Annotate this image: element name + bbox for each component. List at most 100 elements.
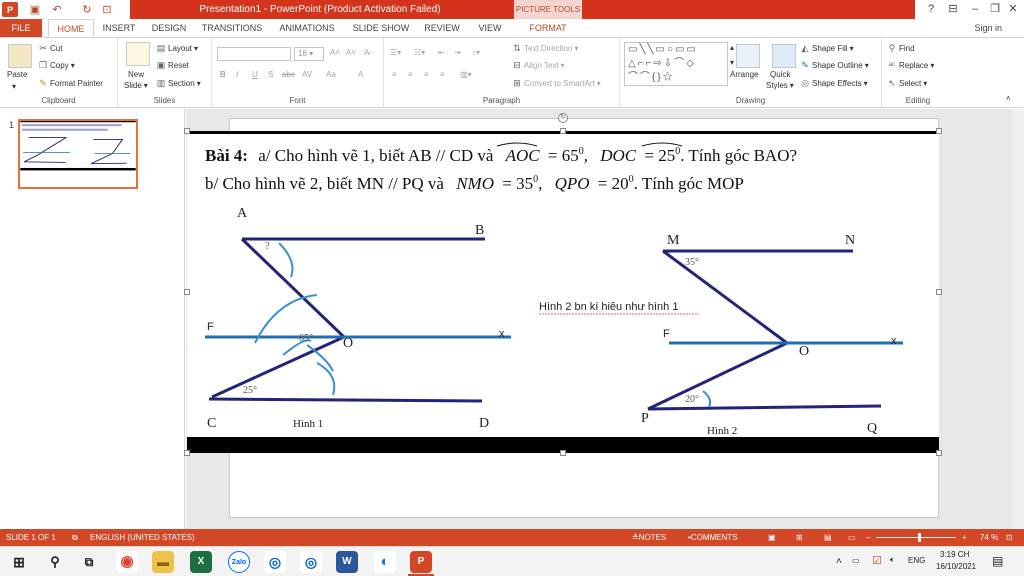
tab-transitions[interactable]: TRANSITIONS [198,19,266,38]
resize-handle-bottom[interactable] [560,450,566,456]
arrange-icon[interactable] [736,44,760,68]
file-explorer-icon[interactable]: ▬ [152,551,174,573]
notes-button[interactable]: ≜ NOTES [632,529,666,546]
word-icon[interactable]: W [336,551,358,573]
tab-file[interactable]: FILE [0,19,42,38]
quick-styles-button-line2[interactable]: Styles ▾ [766,81,794,90]
font-name-input[interactable] [217,47,291,61]
bullets-icon[interactable]: ☰▾ [390,48,401,57]
change-case-button[interactable]: Aa [326,70,336,79]
rotate-handle-icon[interactable]: ↻ [558,113,568,123]
shapes-gallery[interactable]: ▭╲╲▭○▭▭ △⌐⌐⇨⇩⌒◇ ⌒⌒{}☆ [624,42,728,86]
zoom-in-button[interactable]: + [962,529,967,546]
columns-icon[interactable]: ▥▾ [460,70,472,79]
replace-button[interactable]: ᵃᶜ Replace ▾ [887,60,935,70]
clock-date[interactable]: 16/10/2021 [936,562,976,571]
spelling-check-icon[interactable]: ⧉ [72,529,78,546]
resize-handle-left[interactable] [184,289,190,295]
increase-indent-icon[interactable]: ⇥ [454,48,461,57]
battery-icon[interactable]: ▭ [852,556,860,565]
gallery-scroll-down-icon[interactable]: ▾ [730,58,734,67]
section-button[interactable]: ▥ Section ▾ [156,78,201,88]
grow-font-icon[interactable]: A˄ [330,48,340,57]
language-indicator[interactable]: ENGLISH (UNITED STATES) [90,529,195,546]
shadow-button[interactable]: S [268,70,273,79]
slide-sorter-icon[interactable]: ⊞ [796,529,803,546]
save-icon[interactable]: ▣ [28,2,42,17]
align-left-icon[interactable]: ≡ [392,70,397,79]
find-button[interactable]: ⚲ Find [887,43,915,53]
decrease-indent-icon[interactable]: ⇤ [438,48,445,57]
fit-slide-icon[interactable]: ⊡ [1006,529,1013,546]
align-text-button[interactable]: ⊟ Align Text ▾ [512,60,564,70]
font-color-button[interactable]: A [358,70,363,79]
line-spacing-icon[interactable]: ↕▾ [472,48,480,57]
paste-icon[interactable] [8,44,32,68]
reading-view-icon[interactable]: ▤ [824,529,832,546]
tab-format[interactable]: FORMAT [514,19,582,38]
undo-icon[interactable]: ↶ [50,2,64,17]
collapse-ribbon-icon[interactable]: ˄ [1006,94,1011,103]
tab-insert[interactable]: INSERT [98,19,140,38]
zoom-slider-thumb[interactable] [918,533,922,542]
tab-slide-show[interactable]: SLIDE SHOW [348,19,414,38]
volume-icon[interactable]: 🔈︎ [890,555,895,565]
gallery-scroll-up-icon[interactable]: ▴ [730,43,734,52]
quick-styles-icon[interactable] [772,44,796,68]
bold-button[interactable]: B [220,70,226,79]
new-slide-button-line2[interactable]: Slide ▾ [124,81,148,90]
clock-time[interactable]: 3:19 CH [940,550,969,559]
slideshow-view-icon[interactable]: ▭ [848,529,856,546]
justify-icon[interactable]: ≡ [440,70,445,79]
sign-in-link[interactable]: Sign in [974,19,1002,38]
teamviewer-icon[interactable]: ◎ [300,551,322,573]
zalo-icon[interactable]: Zalo [228,551,250,573]
network-app-icon[interactable]: ◎ [264,551,286,573]
tab-view[interactable]: VIEW [472,19,508,38]
antivirus-icon[interactable]: ☑ [872,554,882,567]
zoom-slider[interactable] [876,537,956,538]
reset-button[interactable]: ▣ Reset [156,60,189,70]
notifications-icon[interactable]: ▤ [992,554,1003,568]
shrink-font-icon[interactable]: A˅ [346,48,356,57]
redo-icon[interactable]: ↻ [80,2,94,17]
numbering-icon[interactable]: ☷▾ [414,48,425,57]
resize-handle-top-right[interactable] [936,128,942,134]
vertical-scrollbar[interactable] [1012,109,1024,529]
powerpoint-taskbar-icon[interactable]: P [410,551,432,573]
task-view-icon[interactable]: ⧉ [78,551,100,573]
paste-button[interactable]: Paste [7,70,27,79]
character-spacing-button[interactable]: AV [302,70,312,79]
align-center-icon[interactable]: ≡ [408,70,413,79]
zoom-out-button[interactable]: – [866,529,870,546]
resize-handle-bottom-right[interactable] [936,450,942,456]
tab-animations[interactable]: ANIMATIONS [274,19,340,38]
shape-effects-button[interactable]: ◎ Shape Effects ▾ [800,78,868,88]
close-button[interactable]: ✕ [1000,0,1024,19]
italic-button[interactable]: I [236,70,238,79]
align-right-icon[interactable]: ≡ [424,70,429,79]
convert-smartart-button[interactable]: ⊞ Convert to SmartArt ▾ [512,78,600,88]
windows-start-icon[interactable]: ⊞ [8,551,30,573]
arrange-button[interactable]: Arrange [730,70,758,79]
excel-icon[interactable]: X [190,551,212,573]
edge-icon[interactable]: ◐ [374,551,396,573]
search-icon[interactable]: ⚲ [44,551,66,573]
text-direction-button[interactable]: ⇅ Text Direction ▾ [512,43,578,53]
new-slide-icon[interactable] [126,42,150,66]
resize-handle-right[interactable] [936,289,942,295]
select-button[interactable]: ↖ Select ▾ [887,78,927,88]
paste-dropdown-icon[interactable]: ▾ [12,82,16,91]
quick-styles-button[interactable]: Quick [770,70,790,79]
slide-thumbnail[interactable] [18,119,138,189]
zoom-level[interactable]: 74 % [980,529,998,546]
format-painter-button[interactable]: ✎ Format Painter [38,78,103,88]
tab-review[interactable]: REVIEW [420,19,464,38]
normal-view-icon[interactable]: ▣ [768,529,776,546]
tab-home[interactable]: HOME [48,19,94,38]
shape-outline-button[interactable]: ✎ Shape Outline ▾ [800,60,869,70]
comments-button[interactable]: ▪ COMMENTS [688,529,738,546]
clear-formatting-icon[interactable]: A̷ [364,48,369,57]
chrome-icon[interactable]: ◉ [116,551,138,573]
tab-design[interactable]: DESIGN [146,19,192,38]
